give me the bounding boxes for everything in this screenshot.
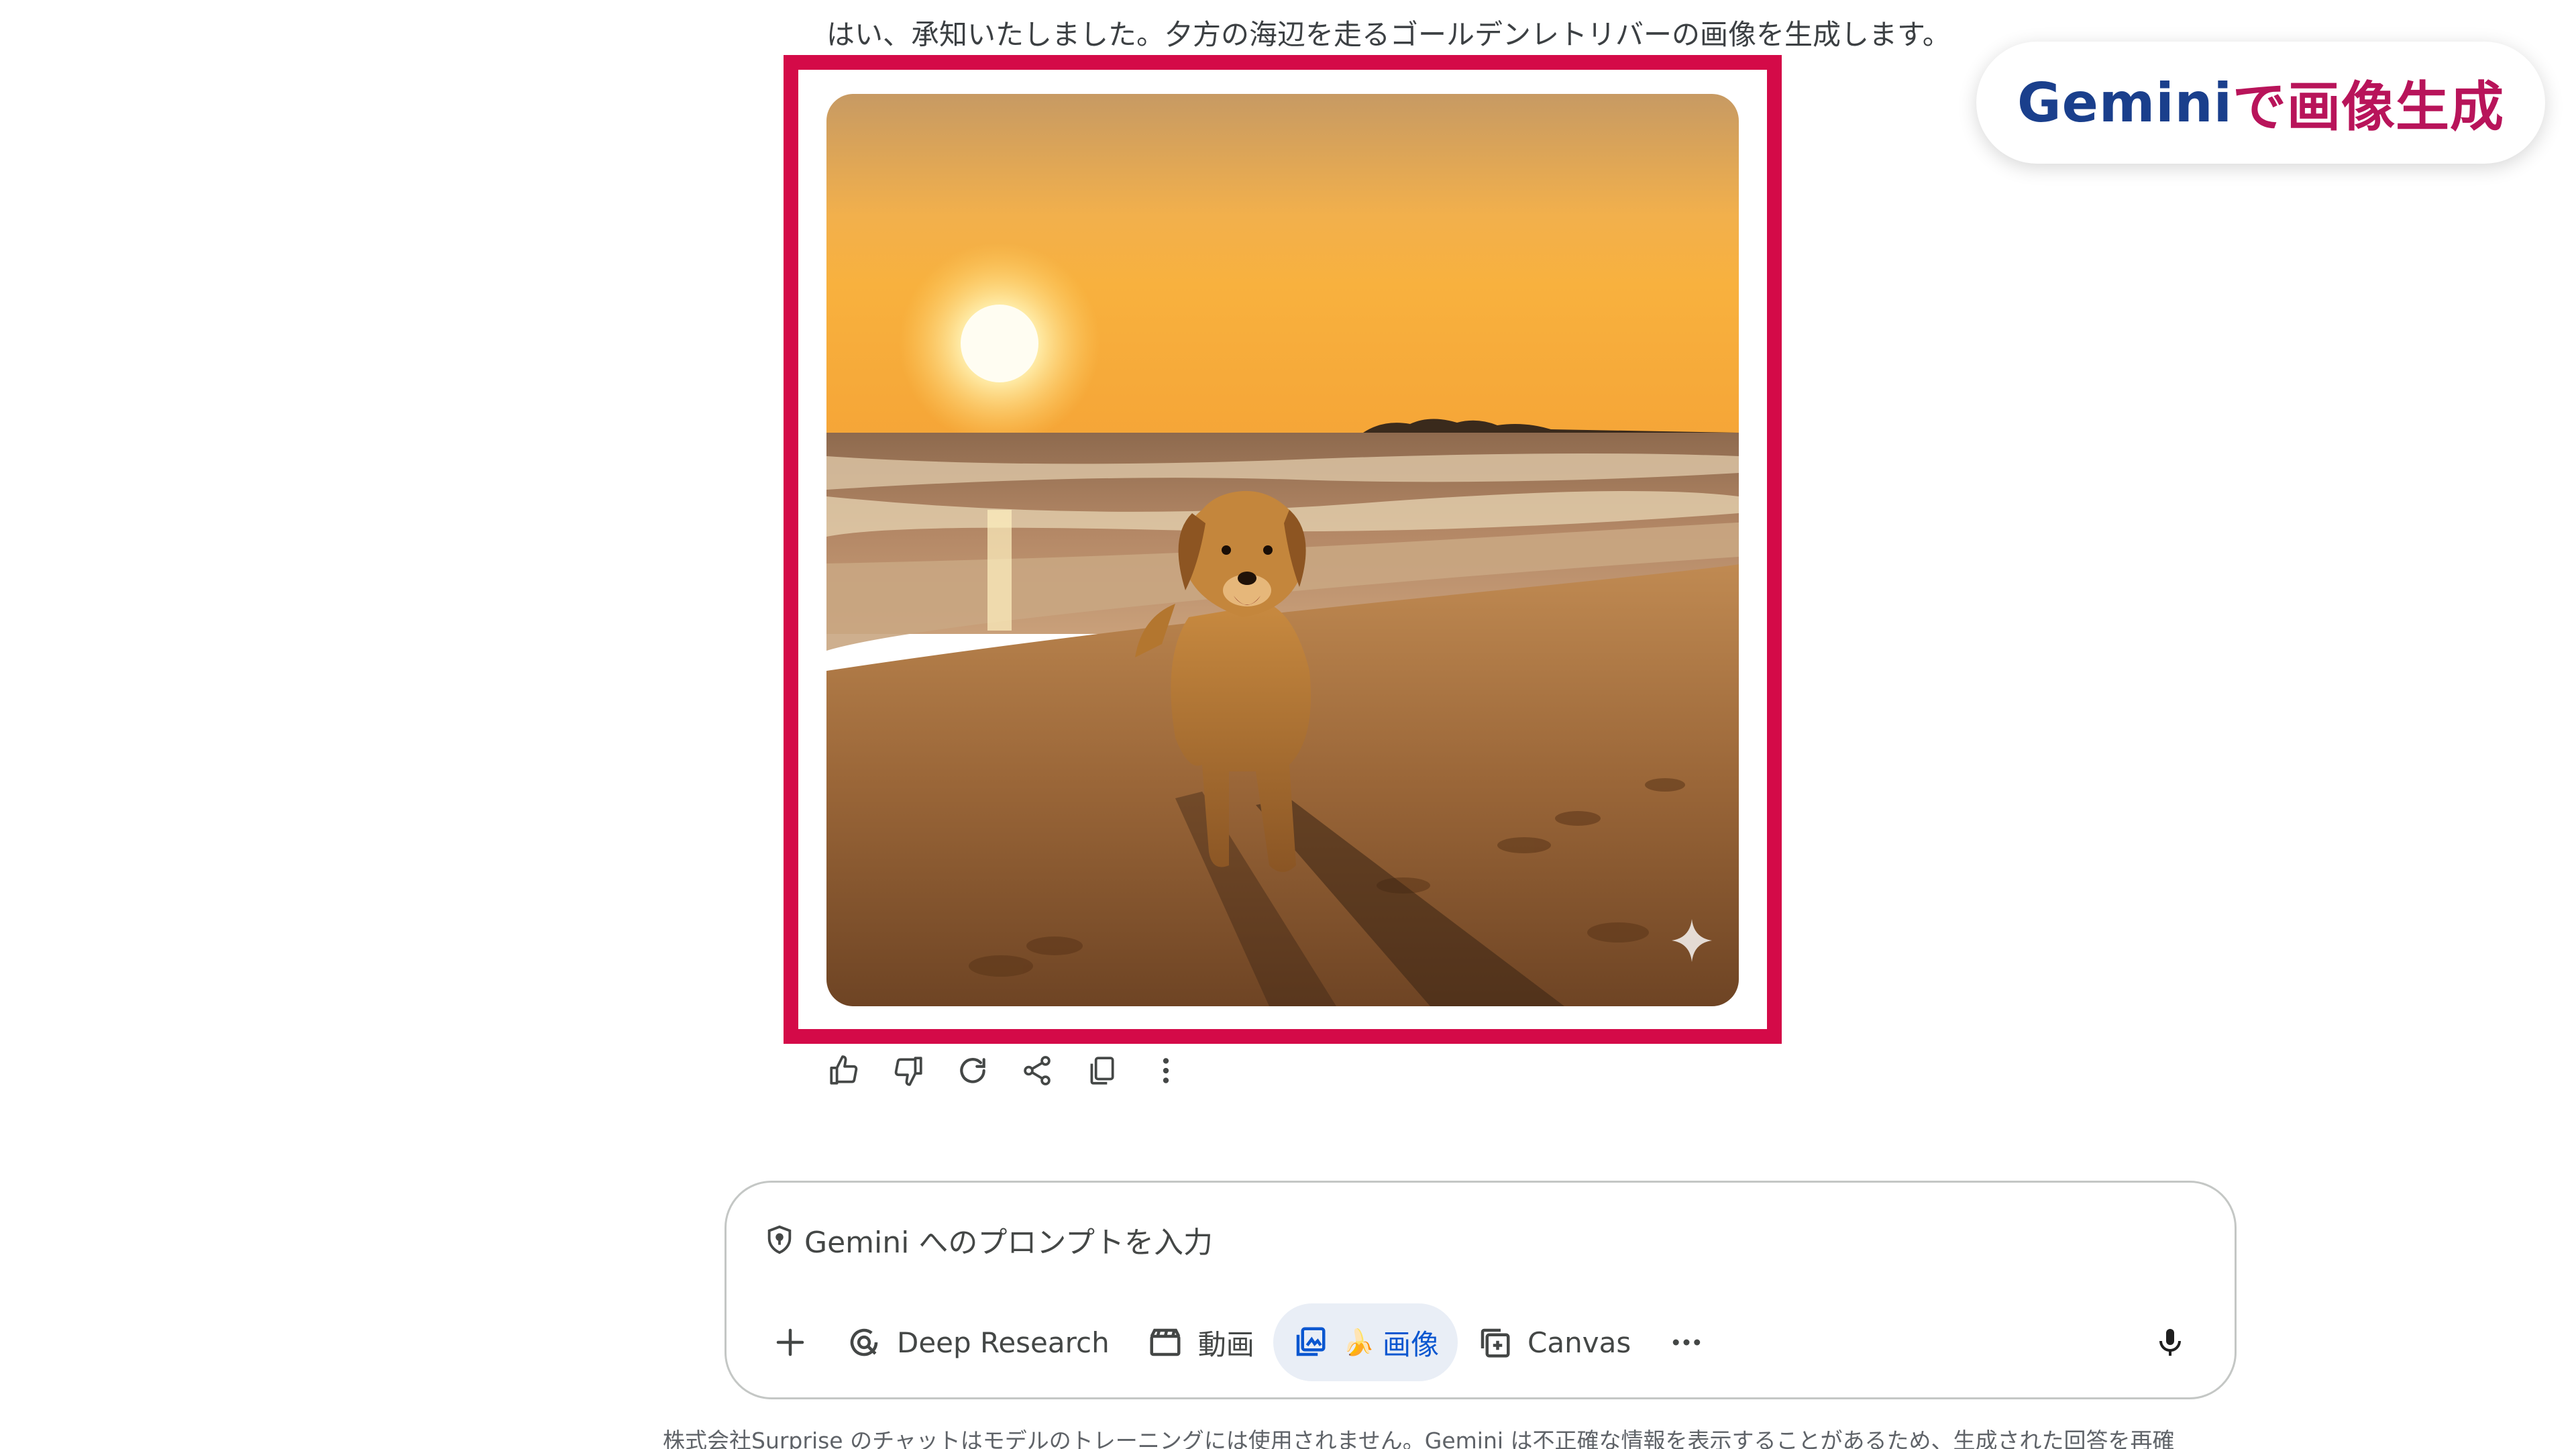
beach-dog-illustration: [826, 94, 1739, 1006]
copy-icon: [1090, 1057, 1114, 1085]
shield-icon: [767, 1225, 792, 1254]
more-options-button[interactable]: [1142, 1046, 1190, 1095]
thumbs-down-icon: [894, 1057, 922, 1086]
clapperboard-icon: [1150, 1328, 1181, 1356]
regenerate-button[interactable]: [949, 1046, 997, 1095]
share-icon: [1024, 1056, 1051, 1085]
video-label: 動画: [1197, 1328, 1254, 1361]
image-button[interactable]: 🍌 画像: [1273, 1303, 1458, 1381]
prompt-placeholder: Gemini へのプロンプトを入力: [804, 1226, 1214, 1260]
share-button[interactable]: [1013, 1046, 1061, 1095]
caption-badge: Gemini で画像生成: [1976, 42, 2545, 164]
generated-image[interactable]: [826, 94, 1739, 1006]
thumbs-up-button[interactable]: [820, 1046, 868, 1095]
canvas-icon: [1481, 1328, 1510, 1358]
deep-research-icon: [850, 1328, 878, 1356]
image-label: 画像: [1383, 1328, 1440, 1361]
canvas-button[interactable]: Canvas: [1458, 1303, 1650, 1381]
banana-emoji: 🍌: [1342, 1327, 1375, 1357]
thumbs-up-icon: [830, 1055, 858, 1085]
more-vert-icon: [1163, 1058, 1169, 1083]
plus-icon: [776, 1328, 804, 1356]
deep-research-label: Deep Research: [897, 1326, 1110, 1359]
badge-image-generation-text: で画像生成: [2233, 76, 2505, 138]
microphone-icon: [2159, 1329, 2181, 1356]
copy-button[interactable]: [1077, 1046, 1126, 1095]
response-text-content: はい、承知いたしました。夕方の海辺を走るゴールデンレトリバーの画像を生成します。: [826, 18, 1951, 51]
more-horiz-icon: [1672, 1339, 1701, 1346]
add-button[interactable]: [753, 1303, 827, 1381]
disclaimer-text: 株式会社Surprise のチャットはモデルのトレーニングには使用されません。G…: [663, 1428, 2175, 1449]
microphone-button[interactable]: [2131, 1303, 2209, 1381]
prompt-toolbar: Deep Research 動画 🍌 画像 Canvas: [753, 1303, 2209, 1381]
badge-gemini-text: Gemini: [2017, 71, 2233, 134]
thumbs-down-button[interactable]: [884, 1046, 932, 1095]
deep-research-button[interactable]: Deep Research: [827, 1303, 1128, 1381]
regenerate-icon: [960, 1058, 985, 1083]
image-action-row: [820, 1046, 1206, 1095]
prompt-box: Gemini へのプロンプトを入力 Deep Research 動画 🍌 画像 …: [724, 1181, 2237, 1399]
more-tools-button[interactable]: [1650, 1303, 1723, 1381]
canvas-label: Canvas: [1527, 1326, 1631, 1359]
prompt-input[interactable]: Gemini へのプロンプトを入力: [764, 1216, 2106, 1263]
video-button[interactable]: 動画: [1128, 1303, 1273, 1381]
image-gallery-icon: [1296, 1327, 1326, 1356]
